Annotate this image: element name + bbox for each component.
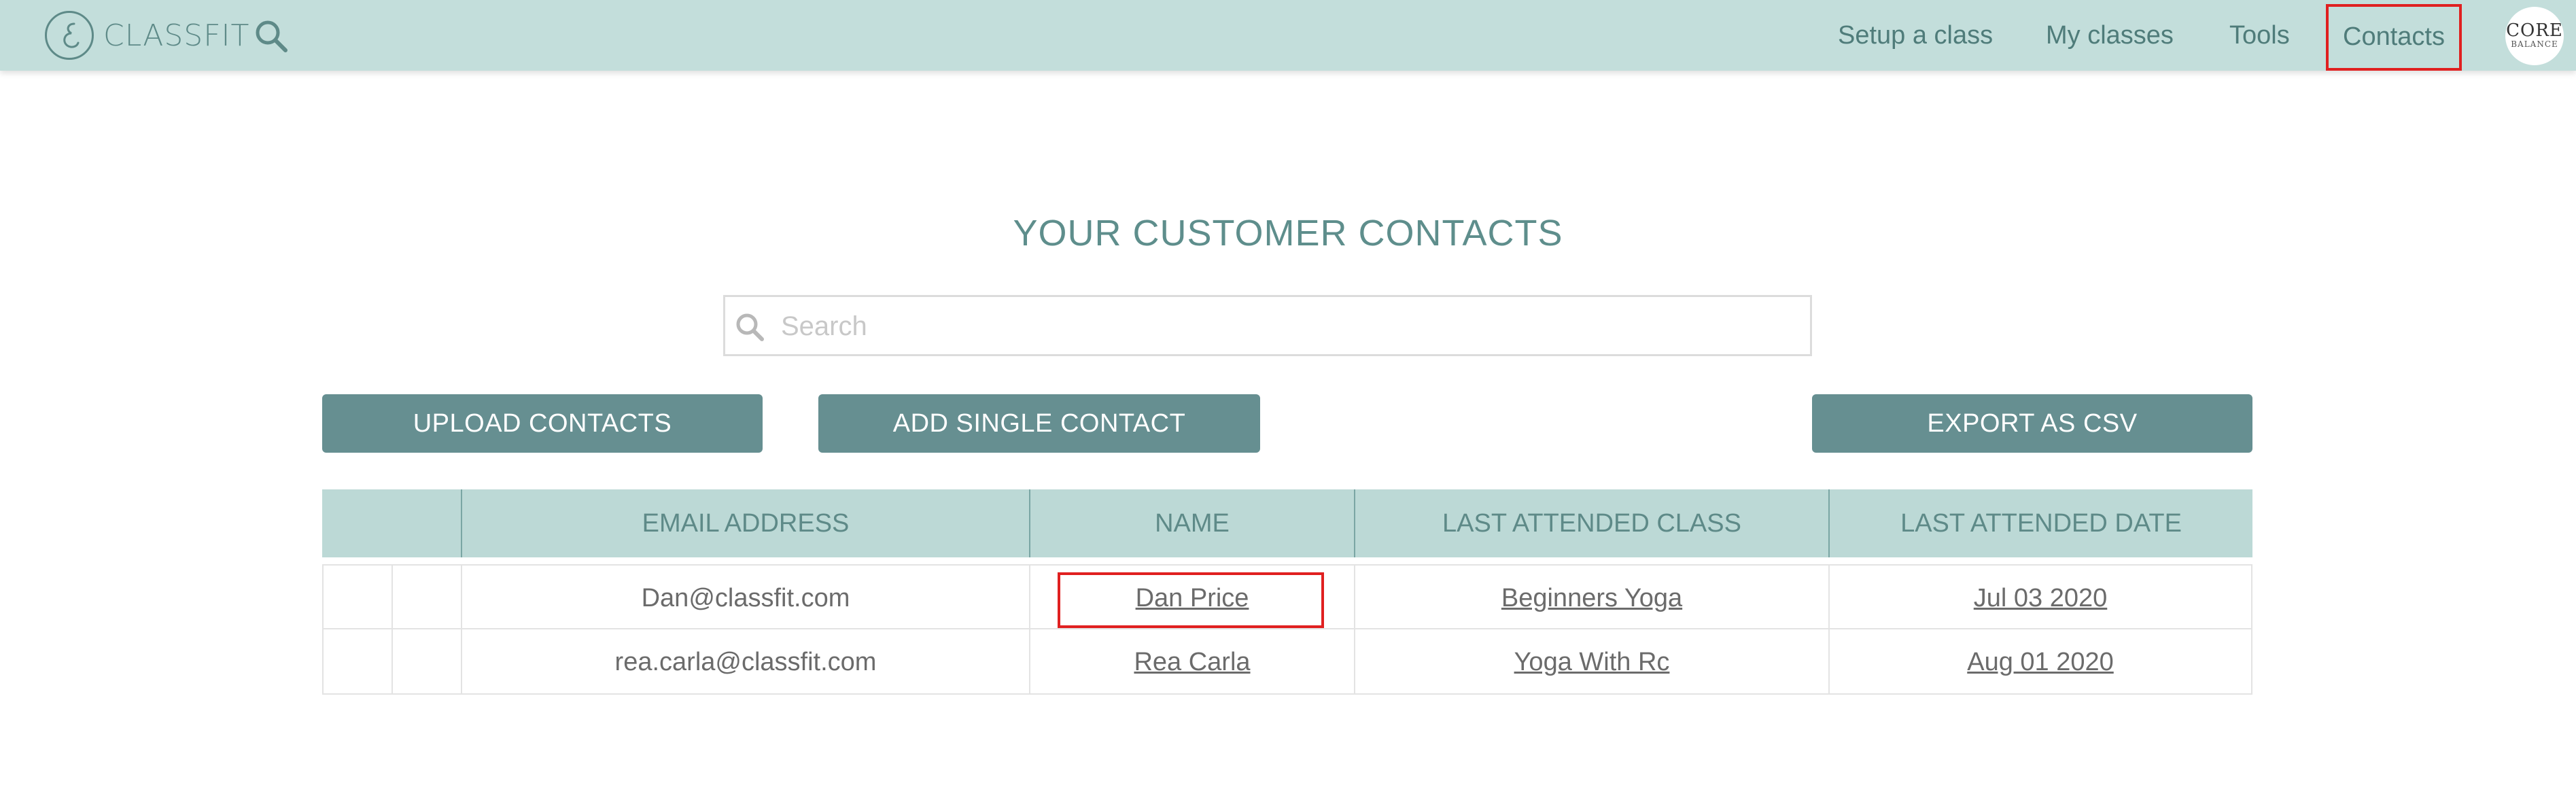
last-date-cell: Aug 01 2020 xyxy=(1828,629,2252,695)
contacts-search-box[interactable] xyxy=(723,295,1812,356)
column-header-email[interactable]: EMAIL ADDRESS xyxy=(461,489,1029,557)
nav-my-classes[interactable]: My classes xyxy=(2046,0,2174,71)
table-row[interactable]: Dan@classfit.com Dan Price Beginners Yog… xyxy=(322,564,2252,631)
last-date-cell: Jul 03 2020 xyxy=(1828,566,2252,631)
table-header: EMAIL ADDRESS NAME LAST ATTENDED CLASS L… xyxy=(322,489,2252,557)
last-date-link[interactable]: Aug 01 2020 xyxy=(1967,648,2114,676)
avatar-text-line2: BALANCE xyxy=(2511,39,2558,49)
table-body: Dan@classfit.com Dan Price Beginners Yog… xyxy=(322,564,2252,695)
search-icon xyxy=(732,309,769,346)
last-class-link[interactable]: Yoga With Rc xyxy=(1514,648,1670,676)
last-date-link[interactable]: Jul 03 2020 xyxy=(1974,584,2108,612)
avatar-text-line1: CORE xyxy=(2506,20,2563,41)
row-action-cell[interactable] xyxy=(391,566,461,631)
name-cell: Rea Carla xyxy=(1029,629,1354,695)
column-header-select xyxy=(322,489,461,557)
table-row[interactable]: rea.carla@classfit.com Rea Carla Yoga Wi… xyxy=(322,629,2252,695)
nav-tools[interactable]: Tools xyxy=(2229,0,2290,71)
row-action-cell[interactable] xyxy=(391,629,461,695)
contact-name-link[interactable]: Dan Price xyxy=(1136,584,1249,612)
classfit-logo-icon xyxy=(45,11,94,60)
column-header-name[interactable]: NAME xyxy=(1029,489,1354,557)
top-navigation-bar: CLASSFIT Setup a class My classes Tools … xyxy=(0,0,2576,71)
avatar[interactable]: CORE BALANCE xyxy=(2505,7,2564,65)
email-cell: rea.carla@classfit.com xyxy=(461,629,1029,695)
classfit-logo[interactable]: CLASSFIT xyxy=(45,11,249,60)
row-checkbox-cell[interactable] xyxy=(322,566,391,631)
last-class-cell: Yoga With Rc xyxy=(1354,629,1828,695)
nav-contacts[interactable]: Contacts xyxy=(2326,4,2462,71)
brand-name: CLASSFIT xyxy=(103,18,250,53)
last-class-cell: Beginners Yoga xyxy=(1354,566,1828,631)
column-header-last-class[interactable]: LAST ATTENDED CLASS xyxy=(1354,489,1828,557)
page-title: YOUR CUSTOMER CONTACTS xyxy=(1013,213,1563,254)
last-class-link[interactable]: Beginners Yoga xyxy=(1501,584,1682,612)
search-input[interactable] xyxy=(780,304,1799,349)
export-csv-button[interactable]: EXPORT AS CSV xyxy=(1812,394,2252,453)
email-cell: Dan@classfit.com xyxy=(461,566,1029,631)
column-header-last-date[interactable]: LAST ATTENDED DATE xyxy=(1828,489,2252,557)
upload-contacts-button[interactable]: UPLOAD CONTACTS xyxy=(322,394,763,453)
contacts-table: EMAIL ADDRESS NAME LAST ATTENDED CLASS L… xyxy=(322,489,2252,695)
row-checkbox-cell[interactable] xyxy=(322,629,391,695)
nav-setup-a-class[interactable]: Setup a class xyxy=(1838,0,1993,71)
name-cell: Dan Price xyxy=(1029,566,1354,631)
contact-name-link[interactable]: Rea Carla xyxy=(1134,648,1250,676)
add-single-contact-button[interactable]: ADD SINGLE CONTACT xyxy=(818,394,1260,453)
search-icon[interactable] xyxy=(253,18,290,54)
